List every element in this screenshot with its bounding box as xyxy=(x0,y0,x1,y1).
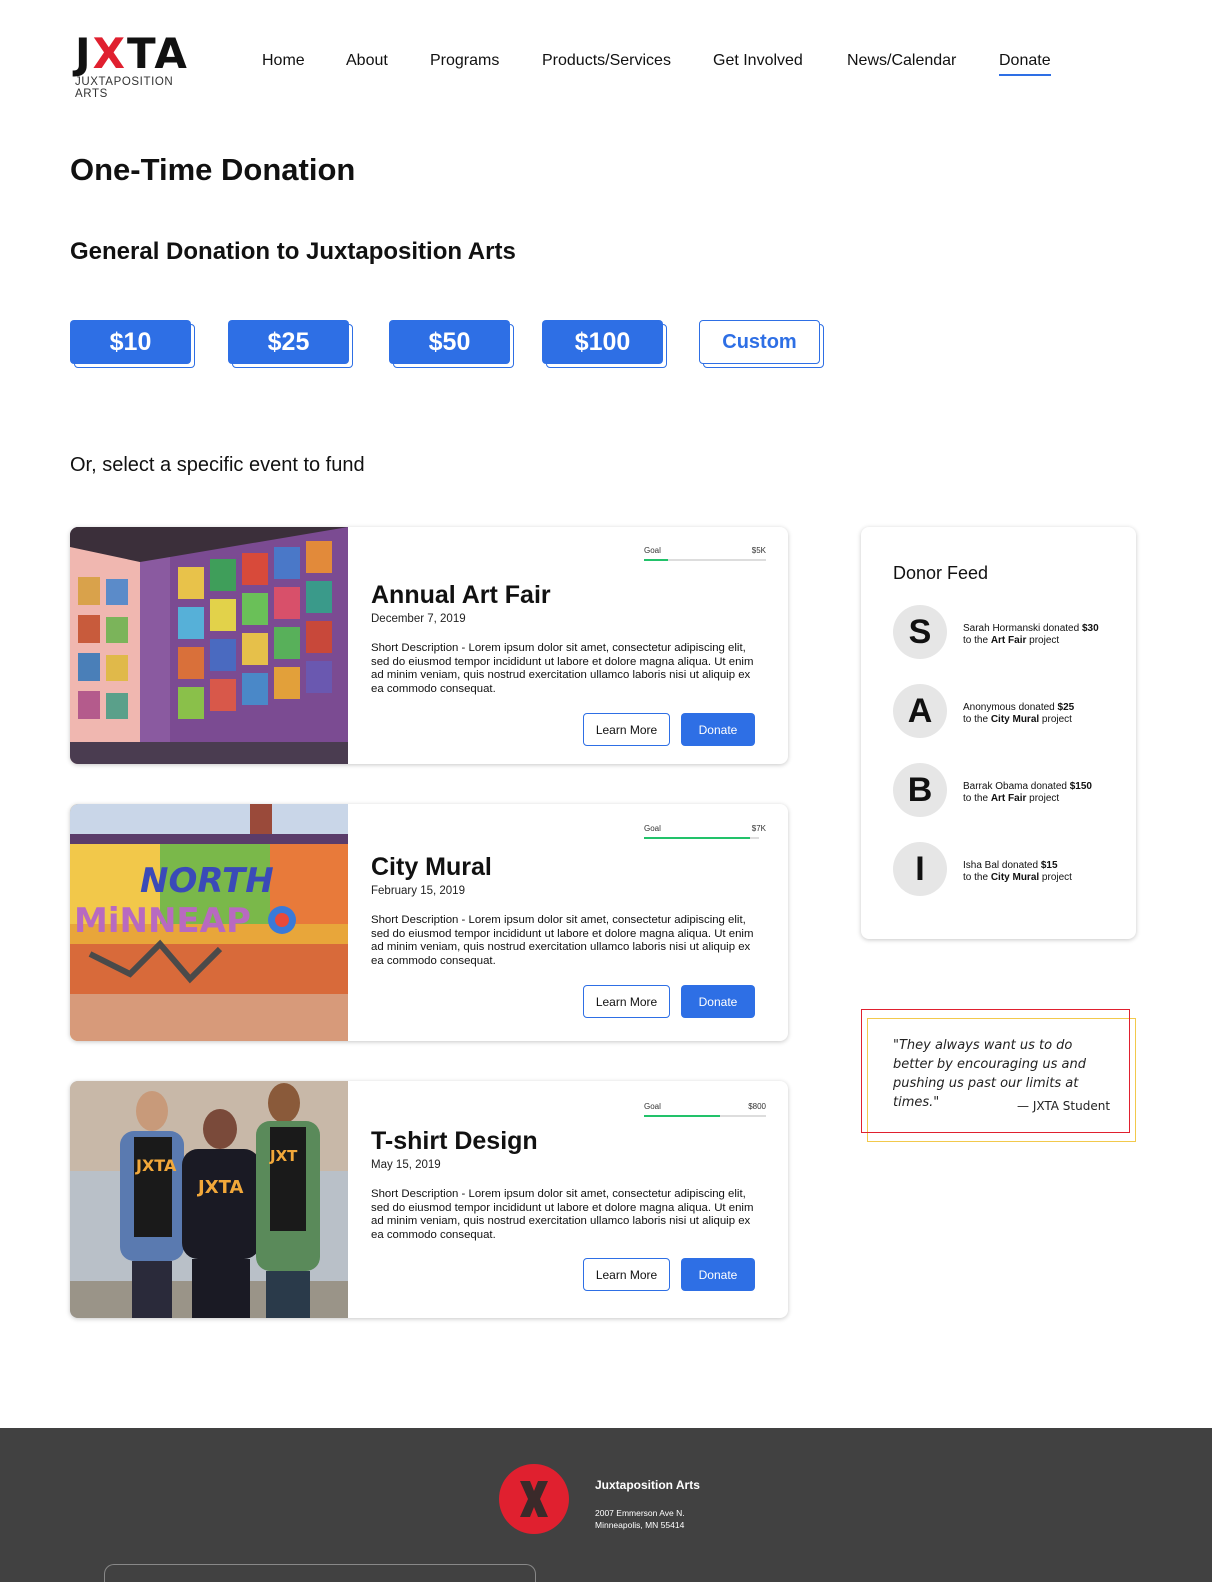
nav-about[interactable]: About xyxy=(346,52,388,74)
nav-donate[interactable]: Donate xyxy=(999,52,1051,76)
amount-25-button[interactable]: $25 xyxy=(228,320,353,368)
nav-programs[interactable]: Programs xyxy=(430,52,499,74)
footer-input-outline xyxy=(104,1564,536,1582)
amount-label[interactable]: $25 xyxy=(228,320,349,364)
testimonial-author: — JXTA Student xyxy=(1017,1099,1111,1113)
event-date: December 7, 2019 xyxy=(371,613,466,625)
donate-button[interactable]: Donate xyxy=(681,985,755,1018)
goal-label: Goal xyxy=(644,824,661,833)
donate-button[interactable]: Donate xyxy=(681,1258,755,1291)
city-mural-photo: NORTH MiNNEAP xyxy=(70,804,348,1041)
svg-text:JXT: JXT xyxy=(269,1147,298,1165)
goal-progress-bar xyxy=(644,1115,766,1117)
footer-org-name: Juxtaposition Arts xyxy=(595,1478,700,1492)
nav-get-involved[interactable]: Get Involved xyxy=(713,52,803,74)
goal-label: Goal xyxy=(644,546,661,555)
learn-more-button[interactable]: Learn More xyxy=(583,713,670,746)
avatar: B xyxy=(893,763,947,817)
donor-feed: Donor Feed S Sarah Hormanski donated $30… xyxy=(861,527,1136,939)
donor-line: Barrak Obama donated $150 xyxy=(963,781,1092,792)
footer-logo-icon[interactable] xyxy=(499,1464,569,1534)
goal-progress-fill xyxy=(644,837,750,839)
donor-item: A Anonymous donated $25 to the City Mura… xyxy=(893,684,1123,738)
amount-10-button[interactable]: $10 xyxy=(70,320,195,368)
event-description: Short Description - Lorem ipsum dolor si… xyxy=(371,914,754,967)
donor-line: Isha Bal donated $15 xyxy=(963,860,1058,871)
page-title: One-Time Donation xyxy=(70,152,356,187)
goal-progress-fill xyxy=(644,1115,720,1117)
svg-text:NORTH: NORTH xyxy=(140,861,274,901)
amount-label[interactable]: Custom xyxy=(699,320,820,364)
event-date: May 15, 2019 xyxy=(371,1159,441,1171)
amount-label[interactable]: $100 xyxy=(542,320,663,364)
address-line: 2007 Emmerson Ave N. xyxy=(595,1508,685,1518)
amount-label[interactable]: $10 xyxy=(70,320,191,364)
donor-line: Sarah Hormanski donated $30 xyxy=(963,623,1099,634)
learn-more-button[interactable]: Learn More xyxy=(583,985,670,1018)
site-footer: Juxtaposition Arts 2007 Emmerson Ave N. … xyxy=(0,1428,1212,1582)
donor-project-line: to the Art Fair project xyxy=(963,793,1060,804)
goal-amount: $800 xyxy=(748,1102,766,1111)
svg-text:JXTA: JXTA xyxy=(135,1156,177,1175)
event-card-art-fair: Goal $5K Annual Art Fair December 7, 201… xyxy=(70,527,788,764)
art-fair-photo xyxy=(70,527,348,764)
goal-progress-bar xyxy=(644,559,766,561)
amount-100-button[interactable]: $100 xyxy=(542,320,667,368)
event-description: Short Description - Lorem ipsum dolor si… xyxy=(371,642,754,695)
learn-more-button[interactable]: Learn More xyxy=(583,1258,670,1291)
event-date: February 15, 2019 xyxy=(371,885,465,897)
event-title: T-shirt Design xyxy=(371,1127,538,1155)
avatar: A xyxy=(893,684,947,738)
event-description: Short Description - Lorem ipsum dolor si… xyxy=(371,1188,754,1241)
event-card-city-mural: NORTH MiNNEAP Goal $7K City Mural Februa… xyxy=(70,804,788,1041)
avatar: S xyxy=(893,605,947,659)
event-title: City Mural xyxy=(371,853,492,881)
svg-text:MiNNEAP: MiNNEAP xyxy=(74,901,251,941)
amount-50-button[interactable]: $50 xyxy=(389,320,514,368)
main-nav: Home About Programs Products/Services Ge… xyxy=(0,52,1212,76)
donor-project-line: to the City Mural project xyxy=(963,714,1072,725)
donor-line: Anonymous donated $25 xyxy=(963,702,1075,713)
general-donation-heading: General Donation to Juxtaposition Arts xyxy=(70,238,516,265)
footer-address: 2007 Emmerson Ave N. Minneapolis, MN 554… xyxy=(595,1507,685,1531)
nav-home[interactable]: Home xyxy=(262,52,305,74)
x-mark-icon xyxy=(520,1481,548,1517)
svg-text:JXTA: JXTA xyxy=(196,1177,243,1198)
nav-products-services[interactable]: Products/Services xyxy=(542,52,671,74)
goal-label: Goal xyxy=(644,1102,661,1111)
event-select-prompt: Or, select a specific event to fund xyxy=(70,454,365,476)
donor-project-line: to the City Mural project xyxy=(963,872,1072,883)
tshirt-design-photo: JXTA JXTA JXT xyxy=(70,1081,348,1318)
donor-item: B Barrak Obama donated $150 to the Art F… xyxy=(893,763,1123,817)
event-title: Annual Art Fair xyxy=(371,581,551,609)
address-line: Minneapolis, MN 55414 xyxy=(595,1520,685,1530)
amount-label[interactable]: $50 xyxy=(389,320,510,364)
logo-subtitle: JUXTAPOSITION ARTS xyxy=(75,76,174,100)
goal-amount: $5K xyxy=(751,546,766,555)
avatar: I xyxy=(893,842,947,896)
donor-item: I Isha Bal donated $15 to the City Mural… xyxy=(893,842,1123,896)
donor-item: S Sarah Hormanski donated $30 to the Art… xyxy=(893,605,1123,659)
event-card-tshirt-design: JXTA JXTA JXT Goal $800 T-shirt Design M… xyxy=(70,1081,788,1318)
donor-feed-title: Donor Feed xyxy=(893,563,989,583)
donate-button[interactable]: Donate xyxy=(681,713,755,746)
nav-news-calendar[interactable]: News/Calendar xyxy=(847,52,956,74)
goal-progress-bar xyxy=(644,837,759,839)
goal-amount: $7K xyxy=(751,824,766,833)
donor-project-line: to the Art Fair project xyxy=(963,635,1060,646)
goal-progress-fill xyxy=(644,559,669,561)
amount-custom-button[interactable]: Custom xyxy=(699,320,824,368)
